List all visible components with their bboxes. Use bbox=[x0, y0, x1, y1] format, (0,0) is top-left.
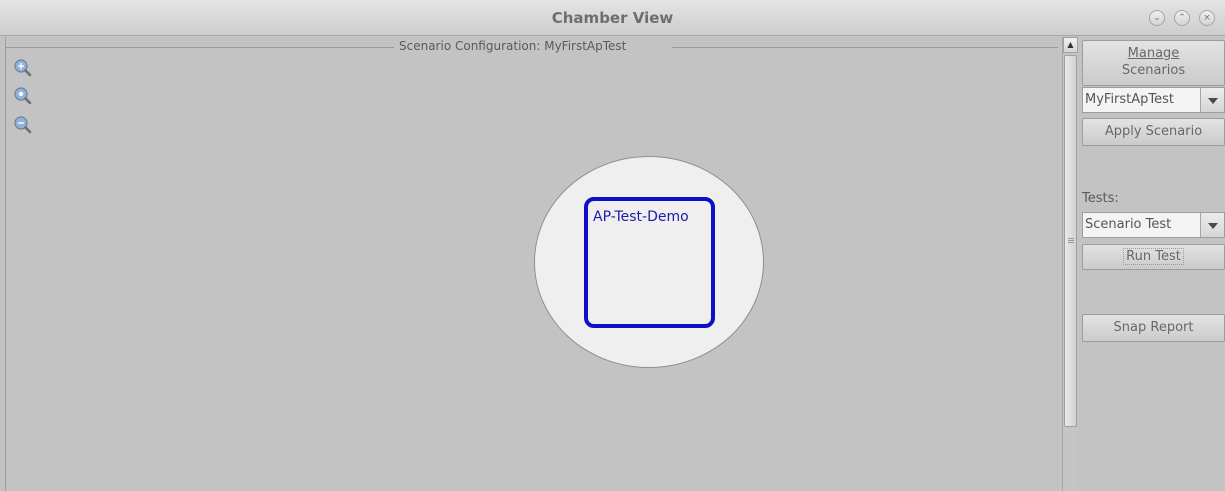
close-icon[interactable]: × bbox=[1199, 10, 1215, 26]
zoom-reset-icon[interactable] bbox=[13, 86, 33, 106]
scenario-configuration-panel[interactable]: Scenario Configuration: MyFirstApTest AP… bbox=[5, 37, 1062, 491]
border-line bbox=[672, 47, 1058, 48]
zoom-in-icon[interactable] bbox=[13, 58, 33, 78]
dropdown-arrow-icon[interactable] bbox=[1200, 88, 1224, 112]
manage-label: Manage bbox=[1127, 46, 1180, 61]
scenarios-label: Scenarios bbox=[1121, 63, 1186, 78]
test-select-value: Scenario Test bbox=[1085, 217, 1172, 232]
device-node[interactable]: AP-Test-Demo bbox=[584, 197, 715, 328]
scroll-thumb[interactable] bbox=[1064, 55, 1077, 427]
border-line bbox=[6, 47, 394, 48]
vertical-scrollbar[interactable]: ▲ bbox=[1062, 37, 1078, 491]
dropdown-arrow-icon[interactable] bbox=[1200, 213, 1224, 237]
panel-legend: Scenario Configuration: MyFirstApTest bbox=[399, 39, 627, 53]
manage-scenarios-button[interactable]: Manage Scenarios bbox=[1082, 40, 1225, 86]
window-title: Chamber View bbox=[551, 9, 674, 27]
tests-label: Tests: bbox=[1082, 191, 1119, 206]
minimize-icon[interactable]: ⌄ bbox=[1149, 10, 1165, 26]
scenario-select-value: MyFirstApTest bbox=[1085, 92, 1175, 107]
title-bar: Chamber View ⌄ ⌃ × bbox=[0, 0, 1225, 36]
scroll-up-icon[interactable]: ▲ bbox=[1063, 37, 1078, 53]
snap-report-button[interactable]: Snap Report bbox=[1082, 314, 1225, 342]
test-select[interactable]: Scenario Test bbox=[1082, 212, 1225, 238]
zoom-out-icon[interactable] bbox=[13, 115, 33, 135]
scenario-select[interactable]: MyFirstApTest bbox=[1082, 87, 1225, 113]
apply-scenario-button[interactable]: Apply Scenario bbox=[1082, 118, 1225, 146]
run-test-label: Run Test bbox=[1123, 248, 1184, 265]
grip-icon bbox=[1068, 238, 1074, 239]
maximize-icon[interactable]: ⌃ bbox=[1174, 10, 1190, 26]
device-label: AP-Test-Demo bbox=[593, 209, 689, 225]
snap-report-label: Snap Report bbox=[1113, 320, 1194, 335]
apply-scenario-label: Apply Scenario bbox=[1104, 124, 1203, 139]
run-test-button[interactable]: Run Test bbox=[1082, 244, 1225, 270]
